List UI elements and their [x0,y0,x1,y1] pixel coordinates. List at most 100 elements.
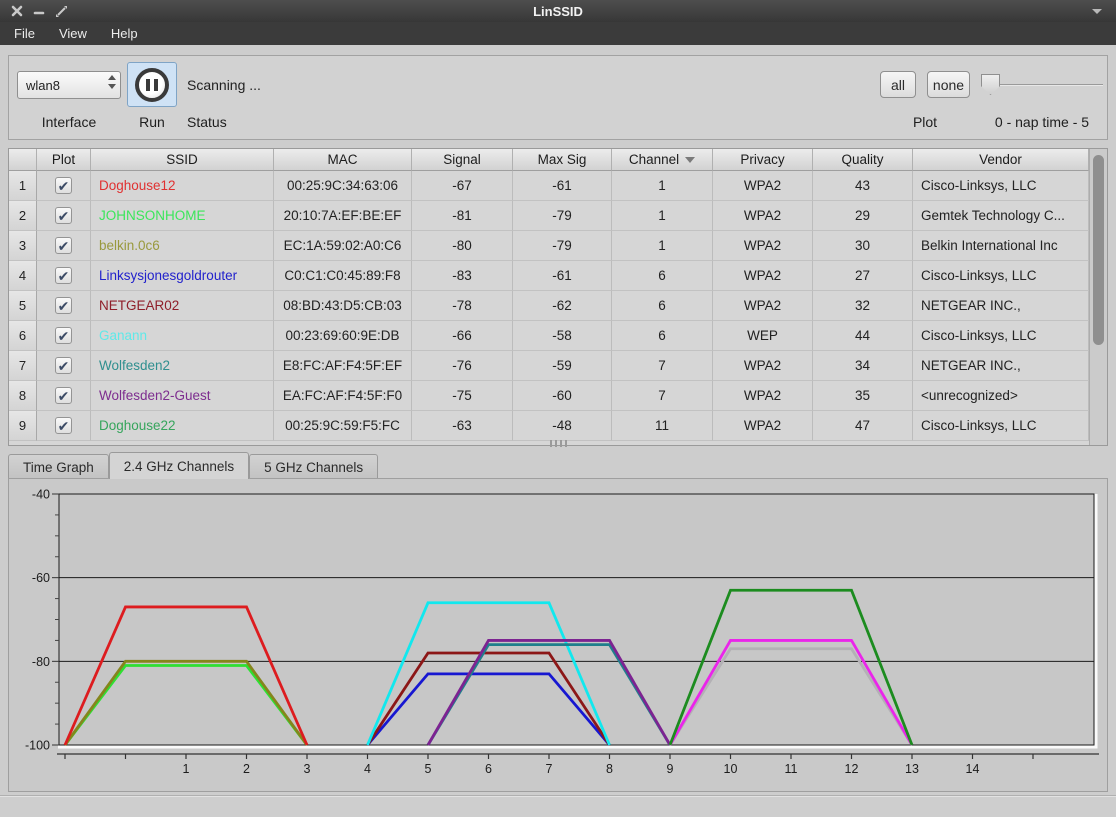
cell-vendor: Cisco-Linksys, LLC [913,411,1089,441]
cell-quality: 35 [813,381,913,411]
table-scrollbar[interactable] [1089,149,1107,445]
cell-mac: 20:10:7A:EF:BE:EF [274,201,412,231]
row-number: 8 [9,381,37,411]
table-row[interactable]: 4✔LinksysjonesgoldrouterC0:C1:C0:45:89:F… [9,261,1089,291]
toolbar: wlan8 Scanning ... Interface Run Status … [8,55,1108,140]
row-number: 4 [9,261,37,291]
cell-quality: 30 [813,231,913,261]
cell-max-sig: -79 [513,201,612,231]
x-tick-label: 4 [364,762,371,776]
row-number: 2 [9,201,37,231]
plot-checkbox[interactable]: ✔ [55,297,72,314]
tab-time-graph[interactable]: Time Graph [8,454,109,479]
cell-max-sig: -59 [513,351,612,381]
minimize-icon[interactable] [32,4,46,18]
cell-mac: EC:1A:59:02:A0:C6 [274,231,412,261]
cell-signal: -83 [412,261,513,291]
cell-vendor: <unrecognized> [913,381,1089,411]
interface-select[interactable]: wlan8 [17,71,121,99]
window-title: LinSSID [0,4,1116,19]
run-label: Run [127,114,177,130]
row-number: 6 [9,321,37,351]
maximize-icon[interactable] [54,4,68,18]
column-header-signal[interactable]: Signal [412,149,513,171]
cell-mac: C0:C1:C0:45:89:F8 [274,261,412,291]
column-header-ssid[interactable]: SSID [91,149,274,171]
table-body: 1✔Doghouse1200:25:9C:34:63:06-67-611WPA2… [9,171,1089,441]
plot-checkbox[interactable]: ✔ [55,237,72,254]
row-number: 1 [9,171,37,201]
cell-ssid: belkin.0c6 [91,231,274,261]
cell-channel: 6 [612,261,713,291]
plot-checkbox[interactable]: ✔ [55,177,72,194]
cell-quality: 29 [813,201,913,231]
column-header-mac[interactable]: MAC [274,149,412,171]
column-header-label: Privacy [740,152,784,167]
table-header: Plot SSID MACSignal Max Sig Channel Privacy Qu… [9,149,1089,171]
table-row[interactable]: 5✔NETGEAR0208:BD:43:D5:CB:03-78-626WPA23… [9,291,1089,321]
x-tick-label: 11 [785,762,798,776]
cell-ssid: Wolfesden2 [91,351,274,381]
plot-checkbox[interactable]: ✔ [55,357,72,374]
column-header-vendor[interactable]: Vendor [913,149,1089,171]
cell-quality: 43 [813,171,913,201]
cell-ssid: Doghouse22 [91,411,274,441]
column-header-label: SSID [166,152,198,167]
column-header-max-sig[interactable]: Max Sig [513,149,612,171]
column-header-privacy[interactable]: Privacy [713,149,813,171]
cell-max-sig: -79 [513,231,612,261]
interface-label: Interface [17,114,121,130]
cell-quality: 47 [813,411,913,441]
cell-privacy: WPA2 [713,171,813,201]
plot-checkbox[interactable]: ✔ [55,387,72,404]
close-icon[interactable] [10,4,24,18]
x-tick-label: 14 [966,762,980,776]
row-number: 7 [9,351,37,381]
splitter-handle[interactable] [544,440,572,447]
plot-none-button[interactable]: none [927,71,970,98]
cell-privacy: WPA2 [713,411,813,441]
cell-vendor: Cisco-Linksys, LLC [913,321,1089,351]
table-row[interactable]: 7✔Wolfesden2E8:FC:AF:F4:5F:EF-76-597WPA2… [9,351,1089,381]
plot-all-button[interactable]: all [880,71,916,98]
title-bar: LinSSID [0,0,1116,22]
nap-time-slider-handle[interactable] [981,74,1000,95]
plot-checkbox[interactable]: ✔ [55,327,72,344]
shade-caret-icon[interactable] [1092,9,1102,14]
tab-24ghz-channels[interactable]: 2.4 GHz Channels [109,452,249,479]
cell-ssid: JOHNSONHOME [91,201,274,231]
table-row[interactable]: 2✔JOHNSONHOME20:10:7A:EF:BE:EF-81-791WPA… [9,201,1089,231]
table-row[interactable]: 1✔Doghouse1200:25:9C:34:63:06-67-611WPA2… [9,171,1089,201]
table-row[interactable]: 9✔Doghouse2200:25:9C:59:F5:FC-63-4811WPA… [9,411,1089,441]
table-row[interactable]: 3✔belkin.0c6EC:1A:59:02:A0:C6-80-791WPA2… [9,231,1089,261]
column-header-label: Max Sig [538,152,587,167]
x-tick-label: 2 [243,762,250,776]
tab-5ghz-channels[interactable]: 5 GHz Channels [249,454,378,479]
plot-checkbox[interactable]: ✔ [55,267,72,284]
cell-plot: ✔ [37,381,91,411]
menu-view[interactable]: View [49,23,97,44]
sort-descending-icon [685,157,695,163]
cell-channel: 1 [612,201,713,231]
plot-checkbox[interactable]: ✔ [55,207,72,224]
cell-plot: ✔ [37,411,91,441]
column-header-channel[interactable]: Channel [612,149,713,171]
nap-time-label: 0 - nap time - 5 [981,114,1103,130]
column-header-quality[interactable]: Quality [813,149,913,171]
plot-checkbox[interactable]: ✔ [55,417,72,434]
status-value: Scanning ... [187,71,261,99]
run-pause-button[interactable] [127,62,177,107]
spinner-arrows-icon[interactable] [108,75,116,89]
status-bar [0,795,1116,817]
cell-channel: 6 [612,291,713,321]
table-scrollbar-thumb[interactable] [1093,155,1104,345]
cell-channel: 6 [612,321,713,351]
table-row[interactable]: 6✔Ganann00:23:69:60:9E:DB-66-586WEP44Cis… [9,321,1089,351]
cell-quality: 34 [813,351,913,381]
menu-file[interactable]: File [4,23,45,44]
cell-mac: E8:FC:AF:F4:5F:EF [274,351,412,381]
menu-help[interactable]: Help [101,23,148,44]
column-header-plot[interactable]: Plot [37,149,91,171]
x-tick-label: 6 [485,762,492,776]
table-row[interactable]: 8✔Wolfesden2-GuestEA:FC:AF:F4:5F:F0-75-6… [9,381,1089,411]
